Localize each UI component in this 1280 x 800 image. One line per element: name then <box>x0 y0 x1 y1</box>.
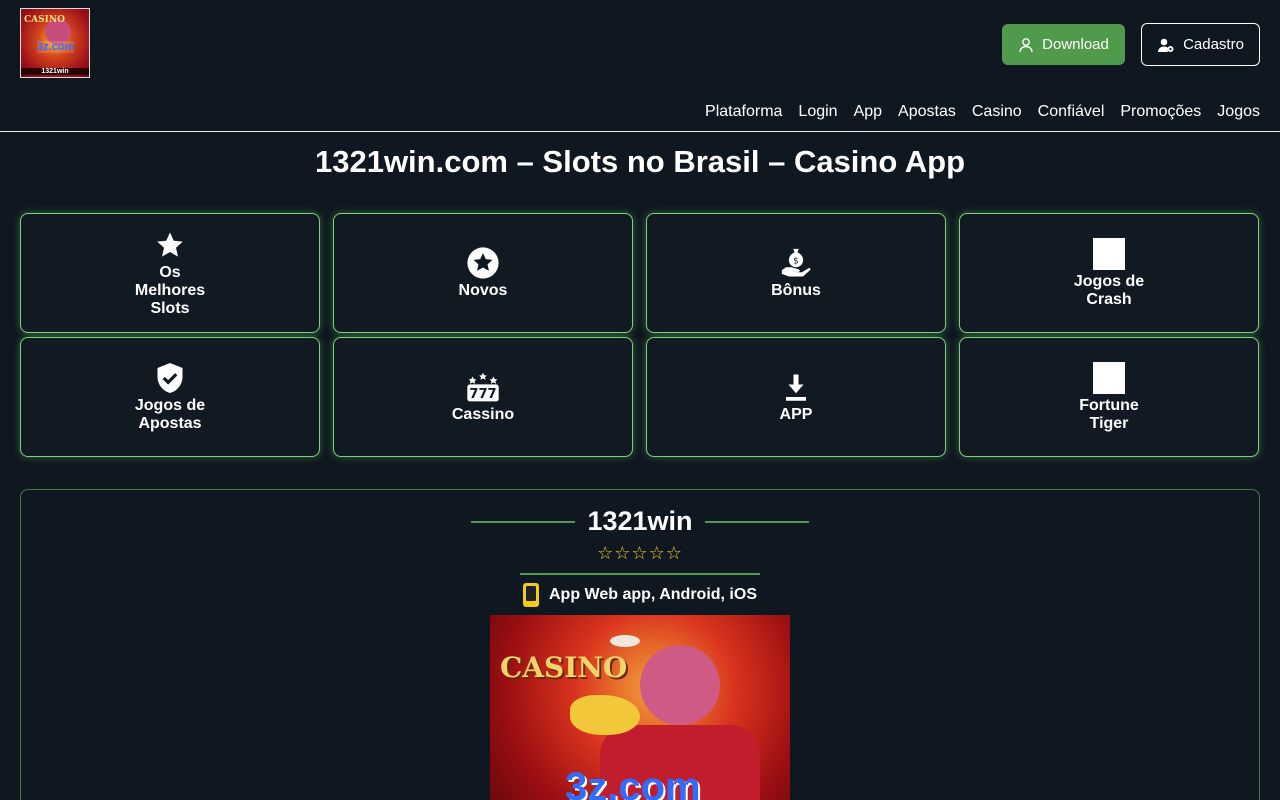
card-bonus[interactable]: $ Bônus <box>646 213 946 333</box>
app-banner-image: CASINO 3z.com <box>490 615 790 800</box>
nav-item-jogos[interactable]: Jogos <box>1217 103 1260 121</box>
image-placeholder-icon <box>1093 362 1125 394</box>
download-button[interactable]: Download <box>1002 24 1125 65</box>
app-platforms-label: App Web app, Android, iOS <box>549 586 757 603</box>
card-label: Bônus <box>771 282 821 299</box>
card-cassino[interactable]: 777 Cassino <box>333 337 633 457</box>
brand-name: 1321win <box>587 506 693 536</box>
svg-text:777: 777 <box>469 387 496 402</box>
banner-site-text: 3z.com <box>565 765 701 800</box>
cadastro-label: Cadastro <box>1183 36 1244 53</box>
star-icon <box>157 232 183 257</box>
logo-brand-text: 1321win <box>21 68 89 75</box>
nav-item-plataforma[interactable]: Plataforma <box>705 103 782 121</box>
image-placeholder-icon <box>1093 238 1125 270</box>
card-os-melhores-slots[interactable]: Os Melhores Slots <box>20 213 320 333</box>
rating-stars: ☆☆☆☆☆ <box>597 543 683 563</box>
card-jogos-de-apostas[interactable]: Jogos de Apostas <box>20 337 320 457</box>
divider-right <box>704 520 809 523</box>
category-grid: Os Melhores Slots Novos $ Bônus Jogos de… <box>20 213 1259 457</box>
banner-character-horn <box>610 635 640 647</box>
card-label: Cassino <box>451 406 515 423</box>
cadastro-button[interactable]: Cadastro <box>1141 23 1260 66</box>
shield-check-icon <box>157 363 183 393</box>
card-label: Jogos de Apostas <box>134 397 206 432</box>
star-circle-icon <box>467 247 499 279</box>
card-label: Jogos de Crash <box>1073 273 1145 308</box>
nav-item-promocoes[interactable]: Promoções <box>1120 103 1201 121</box>
logo-casino-text: CASINO <box>24 15 65 25</box>
download-icon <box>786 374 806 401</box>
user-gear-icon <box>1158 38 1174 52</box>
money-bag-hand-icon: $ <box>781 248 811 277</box>
card-jogos-de-crash[interactable]: Jogos de Crash <box>959 213 1259 333</box>
card-fortune-tiger[interactable]: Fortune Tiger <box>959 337 1259 457</box>
site-logo[interactable]: CASINO 3z.com 1321win <box>20 8 90 78</box>
banner-casino-text: CASINO <box>500 651 628 684</box>
page-title: 1321win.com – Slots no Brasil – Casino A… <box>314 144 966 179</box>
banner-gold-ingot <box>570 695 640 735</box>
nav-item-casino[interactable]: Casino <box>972 103 1022 121</box>
brand-heading: 1321win <box>0 506 1280 537</box>
logo-site-text: 3z.com <box>37 41 75 53</box>
card-label: APP <box>779 406 813 423</box>
user-icon <box>1019 37 1033 52</box>
main-nav: Plataforma Login App Apostas Casino Conf… <box>705 103 1260 121</box>
nav-item-confiavel[interactable]: Confiável <box>1038 103 1105 121</box>
phone-icon <box>523 583 539 607</box>
card-label: Os Melhores Slots <box>134 264 206 317</box>
nav-item-login[interactable]: Login <box>798 103 837 121</box>
download-label: Download <box>1042 36 1109 53</box>
card-label: Fortune Tiger <box>1079 397 1139 432</box>
card-label: Novos <box>458 282 508 299</box>
card-app[interactable]: APP <box>646 337 946 457</box>
nav-item-app[interactable]: App <box>854 103 882 121</box>
app-platforms: App Web app, Android, iOS <box>0 583 1280 607</box>
divider-left <box>471 520 576 523</box>
divider <box>520 573 760 575</box>
site-header: CASINO 3z.com 1321win Download Cadastro … <box>0 0 1280 132</box>
svg-text:$: $ <box>793 257 798 267</box>
nav-item-apostas[interactable]: Apostas <box>898 103 956 121</box>
banner-character-head <box>640 645 720 725</box>
card-novos[interactable]: Novos <box>333 213 633 333</box>
slot-777-icon: 777 <box>467 372 499 402</box>
